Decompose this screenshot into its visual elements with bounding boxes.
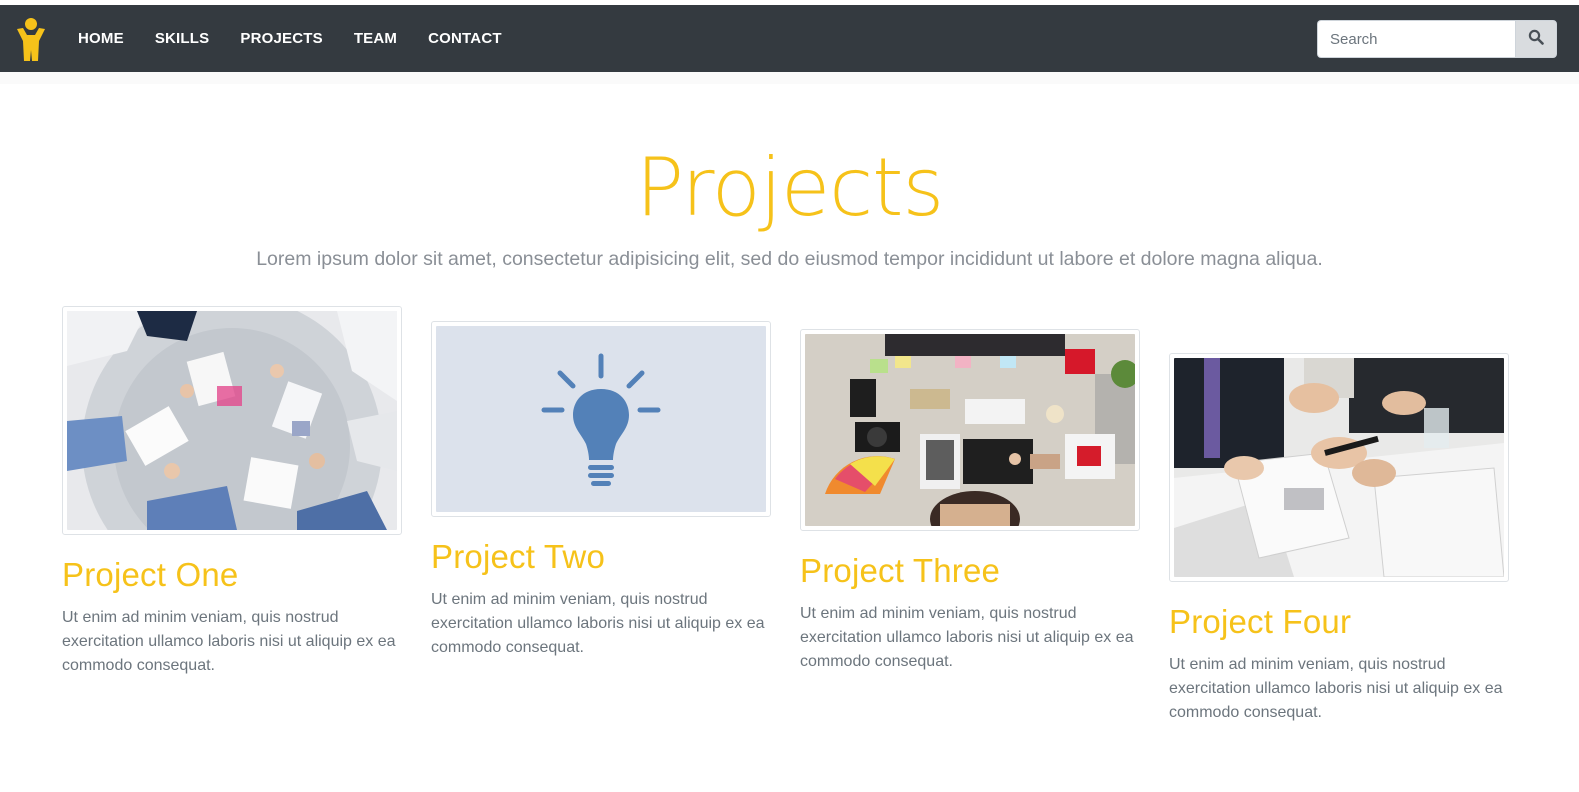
business-handshake-documents-photo bbox=[1174, 358, 1504, 577]
project-title-three: Project Three bbox=[800, 552, 1001, 589]
search-icon bbox=[1528, 29, 1544, 50]
project-text-two: Ut enim ad minim veniam, quis nostrud ex… bbox=[431, 591, 765, 656]
project-card-three: Project Three Ut enim ad minim veniam, q… bbox=[800, 329, 1140, 674]
project-title-two: Project Two bbox=[431, 538, 605, 575]
nav-link-home[interactable]: HOME bbox=[78, 30, 124, 47]
person-arms-up-icon[interactable] bbox=[14, 17, 48, 63]
project-image-three[interactable] bbox=[800, 329, 1140, 531]
project-image-two[interactable] bbox=[431, 321, 771, 517]
project-text-three: Ut enim ad minim veniam, quis nostrud ex… bbox=[800, 605, 1134, 670]
project-image-four[interactable] bbox=[1169, 353, 1509, 582]
search-form bbox=[1317, 20, 1557, 58]
nav-link-contact[interactable]: CONTACT bbox=[428, 30, 502, 47]
project-card-four: Project Four Ut enim ad minim veniam, qu… bbox=[1169, 353, 1509, 725]
nav-link-projects[interactable]: PROJECTS bbox=[240, 30, 322, 47]
nav-link-skills[interactable]: SKILLS bbox=[155, 30, 210, 47]
navbar: HOME SKILLS PROJECTS TEAM CONTACT bbox=[0, 5, 1579, 72]
project-card-one: Project One Ut enim ad minim veniam, qui… bbox=[62, 306, 402, 678]
project-title-four: Project Four bbox=[1169, 603, 1352, 640]
project-card-two: Project Two Ut enim ad minim veniam, qui… bbox=[431, 321, 771, 656]
designer-desk-photo bbox=[805, 334, 1135, 526]
team-meeting-round-table-photo bbox=[67, 311, 397, 530]
nav-link-team[interactable]: TEAM bbox=[354, 30, 397, 47]
project-text-one: Ut enim ad minim veniam, quis nostrud ex… bbox=[62, 609, 396, 674]
search-button[interactable] bbox=[1515, 20, 1557, 58]
search-input[interactable] bbox=[1317, 20, 1515, 58]
lightbulb-icon bbox=[436, 326, 766, 512]
project-text-four: Ut enim ad minim veniam, quis nostrud ex… bbox=[1169, 656, 1503, 721]
project-image-one[interactable] bbox=[62, 306, 402, 535]
section-subtitle: Lorem ipsum dolor sit amet, consectetur … bbox=[256, 248, 1323, 270]
section-title: Projects bbox=[635, 141, 944, 234]
project-title-one: Project One bbox=[62, 556, 239, 593]
nav-links: HOME SKILLS PROJECTS TEAM CONTACT bbox=[78, 5, 533, 72]
navbar-separator bbox=[0, 72, 1579, 84]
